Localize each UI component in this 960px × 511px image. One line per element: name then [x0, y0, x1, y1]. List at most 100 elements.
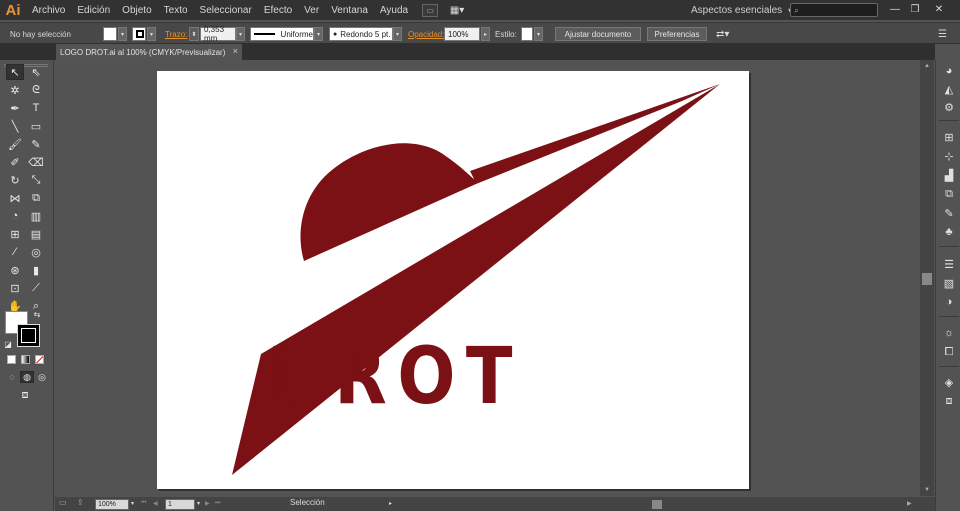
artboards-panel-button[interactable]: ⧈: [941, 394, 957, 408]
paintbrush-tool[interactable]: 🖌: [6, 136, 24, 152]
free-transform-tool[interactable]: ⧉: [27, 190, 45, 206]
opacity-field[interactable]: 100%: [444, 27, 480, 41]
magic-wand-tool[interactable]: ✲: [6, 82, 24, 98]
layers-stack-button[interactable]: ⧉: [941, 187, 957, 201]
eraser-tool[interactable]: ⌫: [27, 154, 45, 170]
vertical-scroll-thumb[interactable]: [922, 273, 932, 285]
profile-dropdown[interactable]: ▾: [314, 27, 323, 41]
document-setup-button[interactable]: Ajustar documento: [555, 27, 641, 41]
menu-edicion[interactable]: Edición: [71, 0, 116, 20]
bridge-button[interactable]: ▭: [422, 3, 439, 17]
zoom-dropdown[interactable]: ▾: [131, 500, 134, 507]
scroll-right-button[interactable]: ▶: [907, 500, 912, 507]
column-graph-tool[interactable]: ▮: [27, 262, 45, 278]
artboard[interactable]: DROT: [157, 71, 749, 489]
default-colors-button[interactable]: ◪: [3, 339, 13, 349]
rectangle-tool[interactable]: ▭: [27, 118, 45, 134]
menu-efecto[interactable]: Efecto: [258, 0, 298, 20]
minimize-button[interactable]: —: [886, 2, 904, 17]
gpu-preview-icon[interactable]: ▭: [59, 498, 67, 507]
stroke-weight-stepper[interactable]: ⬍: [189, 27, 199, 41]
control-panel-menu[interactable]: ☰: [938, 27, 947, 41]
workspace-switcher[interactable]: Aspectos esenciales ▾: [691, 0, 792, 20]
stroke-label[interactable]: Trazo:: [165, 27, 187, 41]
color-mode-button[interactable]: [7, 355, 16, 364]
draw-inside-button[interactable]: ◎: [35, 371, 49, 383]
menu-objeto[interactable]: Objeto: [116, 0, 157, 20]
gradient-tool[interactable]: ▤: [27, 226, 45, 242]
close-tab-icon[interactable]: ×: [233, 46, 238, 56]
document-tab[interactable]: LOGO DROT.ai al 100% (CMYK/Previsualizar…: [56, 44, 242, 60]
artboard-dropdown[interactable]: ▾: [197, 500, 200, 507]
scroll-up-button[interactable]: ▲: [920, 60, 934, 72]
direct-selection-tool[interactable]: ⇖: [27, 64, 45, 80]
appearance-panel-button[interactable]: ☼: [941, 326, 957, 340]
symbol-sprayer-tool[interactable]: ⊛: [6, 262, 24, 278]
symbols-panel-button[interactable]: ♣: [941, 225, 957, 239]
menu-archivo[interactable]: Archivo: [26, 0, 71, 20]
zoom-field[interactable]: 100%: [95, 499, 129, 510]
draw-normal-button[interactable]: ◌: [5, 371, 19, 383]
first-artboard-button[interactable]: ⏮: [141, 500, 146, 507]
blob-brush-tool[interactable]: ✐: [6, 154, 24, 170]
arrange-documents-button[interactable]: ▦▾: [446, 4, 468, 17]
type-tool[interactable]: T: [27, 100, 45, 116]
selection-tool[interactable]: ↖: [6, 64, 24, 80]
opacity-label[interactable]: Opacidad:: [408, 27, 444, 41]
close-window-button[interactable]: ✕: [930, 2, 948, 17]
stroke-dropdown[interactable]: ▾: [147, 27, 156, 41]
transform-options-button[interactable]: ⇄▾: [716, 27, 729, 41]
pathfinder-panel-button[interactable]: ▟: [941, 168, 957, 182]
screen-mode-button[interactable]: ⧈: [15, 387, 35, 403]
transform-panel-button[interactable]: ⊹: [941, 149, 957, 163]
menu-ver[interactable]: Ver: [298, 0, 325, 20]
menu-ventana[interactable]: Ventana: [325, 0, 374, 20]
variable-width-profile[interactable]: Uniforme: [250, 27, 314, 41]
logo-text[interactable]: DROT: [267, 332, 523, 422]
gradient-mode-button[interactable]: [21, 355, 30, 364]
horizontal-scroll-thumb[interactable]: [652, 500, 662, 509]
fill-dropdown[interactable]: ▾: [118, 27, 127, 41]
preferences-button[interactable]: Preferencias: [647, 27, 707, 41]
swap-colors-button[interactable]: ⇆: [32, 309, 42, 319]
restore-button[interactable]: ❐: [906, 2, 924, 17]
color-panel-button[interactable]: ◕: [941, 64, 957, 78]
mesh-tool[interactable]: ⊞: [6, 226, 24, 242]
layers-panel-button[interactable]: ◈: [941, 375, 957, 389]
eyedropper-tool[interactable]: ⁄: [6, 244, 24, 260]
menu-ayuda[interactable]: Ayuda: [374, 0, 414, 20]
stroke-color-box[interactable]: [17, 324, 40, 347]
scale-tool[interactable]: ⤡: [27, 172, 45, 188]
opacity-dropdown[interactable]: ▸: [481, 27, 490, 41]
scroll-down-button[interactable]: ▼: [920, 484, 934, 496]
vertical-scrollbar[interactable]: ▲ ▼: [920, 60, 934, 496]
shape-builder-tool[interactable]: ◔: [6, 208, 24, 224]
graphic-style-swatch[interactable]: [521, 27, 533, 41]
previous-artboard-button[interactable]: ◀: [153, 500, 158, 507]
lasso-tool[interactable]: ᘓ: [27, 82, 45, 98]
stroke-color-swatch[interactable]: [132, 27, 146, 41]
status-menu-button[interactable]: ▸: [389, 500, 392, 507]
transparency-panel-button[interactable]: ◑: [941, 295, 957, 309]
brush-dropdown[interactable]: ▾: [393, 27, 402, 41]
width-tool[interactable]: ⋈: [6, 190, 24, 206]
brushes-panel-button[interactable]: ✎: [941, 206, 957, 220]
color-guide-button[interactable]: ◭: [941, 82, 957, 96]
fill-color-swatch[interactable]: [103, 27, 117, 41]
line-segment-tool[interactable]: ╲: [6, 118, 24, 134]
none-mode-button[interactable]: [35, 355, 44, 364]
menu-seleccionar[interactable]: Seleccionar: [194, 0, 258, 20]
share-icon[interactable]: ⇪: [77, 498, 84, 507]
rotate-tool[interactable]: ↻: [6, 172, 24, 188]
stroke-panel-button[interactable]: ☰: [941, 257, 957, 271]
swatches-panel-button[interactable]: ⚙: [941, 100, 957, 114]
draw-behind-button[interactable]: ◍: [20, 371, 34, 383]
graphic-styles-button[interactable]: ⧠: [941, 345, 957, 359]
pencil-tool[interactable]: ✎: [27, 136, 45, 152]
pen-tool[interactable]: ✒: [6, 100, 24, 116]
search-input[interactable]: ⌕: [790, 3, 878, 17]
logo-artwork[interactable]: DROT: [157, 71, 749, 489]
menu-texto[interactable]: Texto: [158, 0, 194, 20]
perspective-grid-tool[interactable]: ▥: [27, 208, 45, 224]
style-dropdown[interactable]: ▾: [534, 27, 543, 41]
